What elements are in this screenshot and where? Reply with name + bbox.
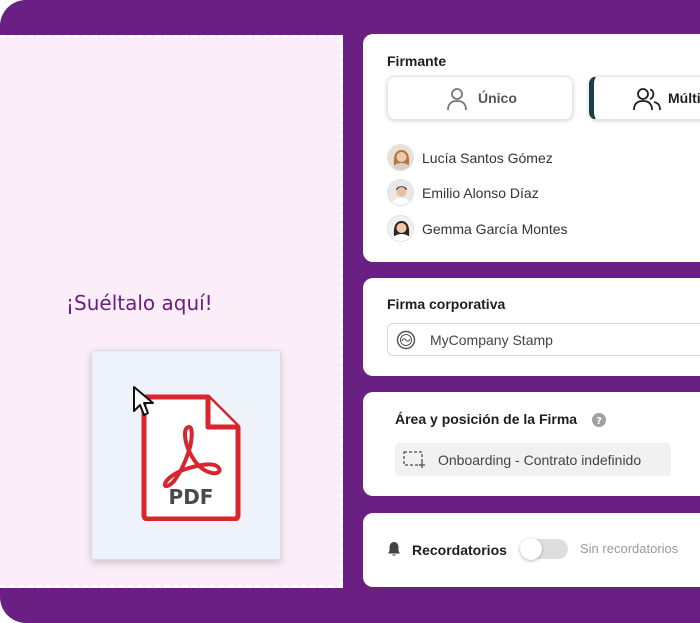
pdf-label: PDF [168, 485, 214, 509]
option-single-label: Único [478, 90, 517, 106]
bell-icon [388, 542, 400, 556]
reminders-card: Recordatorios Sin recordatorios [363, 513, 700, 587]
signer-name: Lucía Santos Gómez [422, 150, 553, 166]
signer-name: Gemma García Montes [422, 221, 568, 237]
corporate-signature-card: Firma corporativa MyCompany Stamp [363, 278, 700, 376]
help-icon[interactable]: ? [592, 413, 606, 427]
mouse-cursor-icon [133, 386, 154, 416]
drop-hint: ¡Suéltalo aquí! [66, 291, 213, 315]
toggle-knob [520, 538, 542, 560]
option-multiple-label: Múltiple [668, 90, 700, 106]
reminders-status: Sin recordatorios [580, 541, 679, 556]
reminders-title: Recordatorios [412, 542, 507, 558]
corporate-title: Firma corporativa [387, 296, 506, 312]
avatar [387, 215, 414, 242]
area-select-icon [403, 451, 425, 468]
signer-card: Firmante Único Múltiple [363, 34, 700, 262]
stamp-name: MyCompany Stamp [430, 332, 553, 348]
stamp-icon [396, 330, 416, 350]
svg-text:?: ? [596, 416, 602, 427]
pdf-file-card[interactable]: PDF [91, 350, 281, 560]
area-value: Onboarding - Contrato indefinido [438, 452, 642, 468]
reminders-toggle[interactable] [520, 538, 568, 560]
signer-name: Emilio Alonso Díaz [422, 185, 539, 201]
signer-title: Firmante [387, 53, 447, 69]
area-selector[interactable]: Onboarding - Contrato indefinido [395, 443, 671, 476]
stamp-selector[interactable]: MyCompany Stamp [387, 323, 700, 356]
option-multiple-signers[interactable]: Múltiple [589, 76, 700, 120]
option-single-signer[interactable]: Único [387, 76, 573, 120]
area-title: Área y posición de la Firma [395, 411, 578, 427]
app-frame: ¡Suéltalo aquí! PDF Firmante Único Múlti… [0, 0, 700, 623]
users-icon [633, 88, 661, 111]
user-icon [447, 88, 467, 111]
signature-area-card: Área y posición de la Firma ? Onboarding… [363, 392, 700, 496]
avatar [387, 179, 414, 206]
avatar [387, 144, 414, 171]
